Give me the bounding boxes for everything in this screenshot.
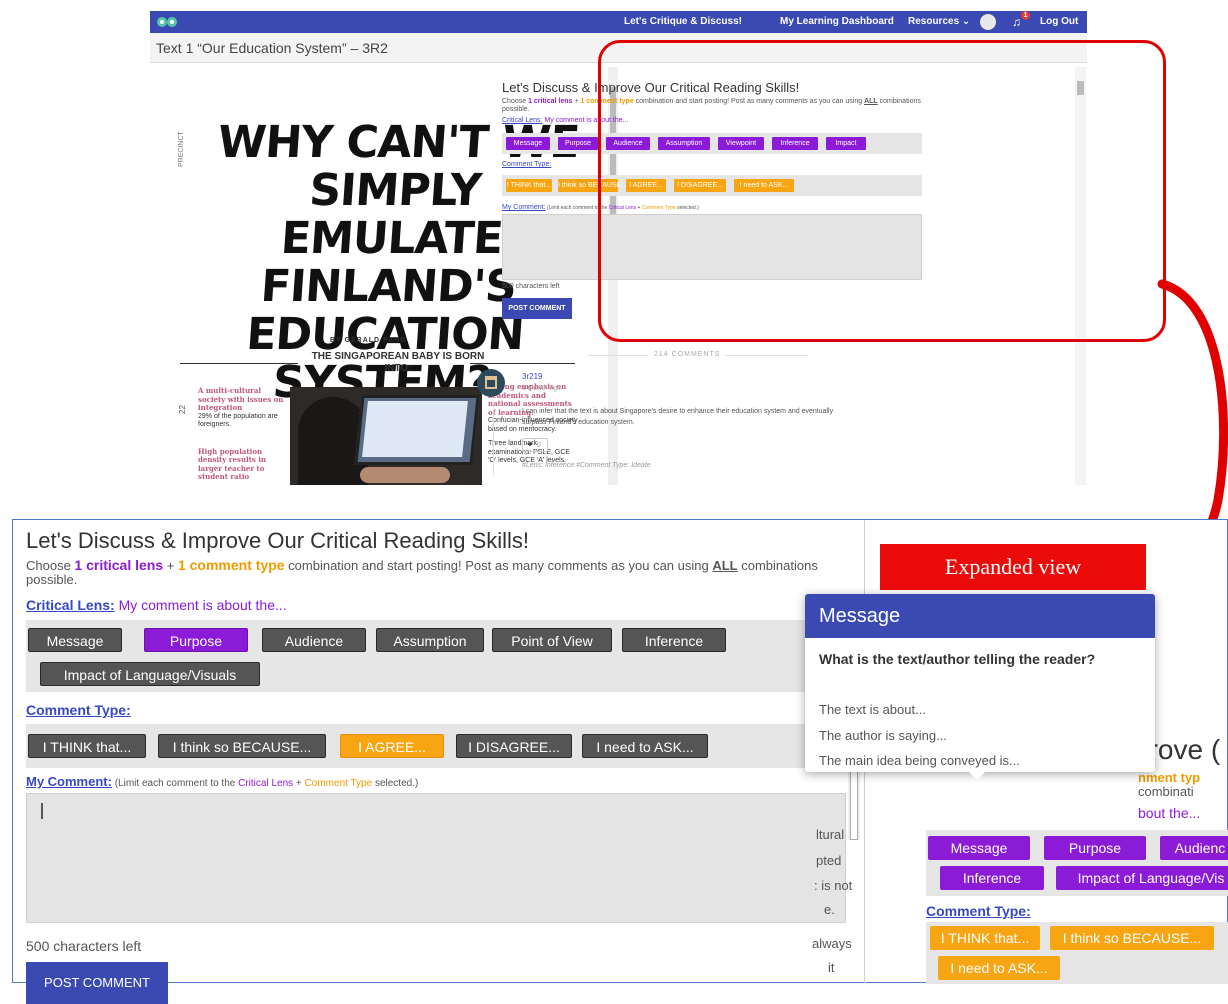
thread-line — [493, 405, 494, 475]
right-comment-type-bar: I THINK that... I think so BECAUSE... I … — [926, 922, 1228, 984]
ctype-because-button[interactable]: I think so BECAUSE... — [158, 734, 326, 758]
expanded-my-comment-label: My Comment: (Limit each comment to the C… — [26, 774, 419, 789]
comment-time: 1 month ago — [522, 385, 561, 392]
expanded-instructions: Choose 1 critical lens + 1 comment type … — [26, 557, 818, 587]
background-text: e. — [824, 902, 835, 917]
expanded-comment-type-bar: I THINK that... I think so BECAUSE... I … — [26, 724, 846, 768]
ctype-ask-button[interactable]: I need to ASK... — [582, 734, 708, 758]
lens-impact-button[interactable]: Impact of Language/Visuals — [40, 662, 260, 686]
ctype-because-button[interactable]: I think so BECAUSE... — [1050, 926, 1214, 950]
chevron-down-icon: ⌄ — [961, 16, 971, 27]
background-text: always — [812, 936, 852, 951]
lens-tooltip: Message What is the text/author telling … — [805, 594, 1155, 772]
nav-learning-dashboard[interactable]: My Learning Dashboard — [780, 16, 894, 27]
doc-left-heading-2: High population density results in large… — [198, 446, 266, 481]
background-text: pted — [816, 853, 842, 868]
comment-tags: #Lens: Inference #Comment Type: Ideate — [522, 462, 651, 469]
lens-purpose-button[interactable]: Purpose — [558, 137, 598, 150]
post-comment-button[interactable]: POST COMMENT — [502, 298, 572, 319]
doc-photo — [290, 387, 482, 485]
comment-type-label: Comment Type: — [502, 161, 552, 168]
right-lens-bar: Message Purpose Audienc Inference Impact… — [926, 830, 1228, 896]
expanded-heading: Let's Discuss & Improve Our Critical Rea… — [26, 528, 530, 553]
ctype-i-think-button[interactable]: I THINK that... — [930, 926, 1040, 950]
ctype-ask-button[interactable]: I need to ASK... — [938, 956, 1060, 980]
page-title: Text 1 “Our Education System” – 3R2 — [156, 40, 388, 56]
right-comment-type-label: Comment Type: — [926, 903, 1031, 919]
expanded-lens-bar: Message Purpose Audience Assumption Poin… — [26, 620, 846, 692]
divider — [180, 363, 298, 364]
divider — [470, 363, 575, 364]
highlight-outline — [598, 40, 1166, 342]
background-text: ltural — [816, 827, 845, 842]
doc-left-heading-1: A multi-cultural society with issues on … — [198, 386, 284, 412]
nav-resources-label: Resources — [908, 16, 960, 27]
lens-purpose-button[interactable]: Purpose — [144, 628, 248, 652]
expanded-view-label: Expanded view — [880, 544, 1146, 590]
background-text: : is not — [814, 878, 853, 893]
lens-audience-button[interactable]: Audienc — [1160, 836, 1228, 860]
tooltip-line: The text is about... — [819, 702, 926, 717]
doc-section-head: THE SINGAPOREAN BABY IS BORN INTO: — [311, 351, 485, 374]
ctype-i-think-button[interactable]: I THINK that... — [28, 734, 146, 758]
lens-point-of-view-button[interactable]: Point of View — [492, 628, 612, 652]
lens-inference-button[interactable]: Inference — [622, 628, 726, 652]
nav-critique-discuss[interactable]: Let's Critique & Discuss! — [624, 16, 742, 27]
tooltip-question: What is the text/author telling the read… — [819, 651, 1096, 667]
expanded-chars-left: 500 characters left — [26, 938, 142, 954]
lens-inference-button[interactable]: Inference — [940, 866, 1044, 890]
expanded-post-comment-button[interactable]: POST COMMENT — [26, 962, 168, 1004]
lens-message-button[interactable]: Message — [28, 628, 122, 652]
lens-audience-button[interactable]: Audience — [262, 628, 366, 652]
ctype-agree-button[interactable]: I AGREE... — [340, 734, 444, 758]
tooltip-line: The author is saying... — [819, 728, 947, 743]
lens-assumption-button[interactable]: Assumption — [376, 628, 484, 652]
ctype-i-think-button[interactable]: I THINK that... — [506, 179, 552, 192]
expanded-comment-textarea[interactable] — [26, 793, 846, 923]
nav-logout[interactable]: Log Out — [1040, 16, 1078, 27]
text-cursor — [41, 803, 43, 819]
like-count: 0 — [536, 442, 541, 449]
lens-impact-button[interactable]: Impact of Language/Vis — [1056, 866, 1228, 890]
doc-byline: BY GERALD PANG — [330, 337, 407, 344]
chars-left: 500 characters left — [502, 283, 560, 290]
avatar[interactable] — [477, 369, 505, 397]
lens-message-button[interactable]: Message — [506, 137, 550, 150]
tooltip-pointer — [968, 771, 986, 780]
site-logo-icon[interactable] — [156, 14, 178, 30]
right-panel-subtext: combinati — [1138, 784, 1194, 799]
notification-badge: 1 — [1021, 11, 1030, 20]
right-panel-subtext: nment typ — [1138, 770, 1201, 785]
heart-icon: ❤ — [527, 442, 533, 449]
tooltip-title: Message — [805, 594, 1155, 638]
expanded-critical-lens-label: Critical Lens: My comment is about the..… — [26, 597, 287, 613]
expanded-comment-type-label: Comment Type: — [26, 702, 131, 718]
doc-left-column: A multi-cultural society with issues on … — [198, 386, 288, 482]
nav-resources[interactable]: Resources ⌄ — [908, 16, 970, 27]
tooltip-line: The main idea being conveyed is... — [819, 753, 1020, 768]
bell-icon[interactable]: ♫ — [1012, 15, 1021, 29]
right-panel-lens-prompt: bout the... — [1138, 805, 1201, 821]
doc-precinct: PRECINCT — [178, 131, 185, 167]
comment-user[interactable]: 3r219 — [522, 372, 542, 381]
doc-page-number: 22 — [177, 405, 187, 414]
background-text: it — [828, 960, 835, 975]
navbar: Let's Critique & Discuss! My Learning Da… — [150, 11, 1087, 33]
doc-left-text-1: 29% of the population are foreigners. — [198, 412, 278, 429]
lens-message-button[interactable]: Message — [928, 836, 1030, 860]
brain-avatar-icon[interactable] — [980, 14, 996, 30]
comments-count: 214 COMMENTS — [648, 351, 727, 358]
ctype-disagree-button[interactable]: I DISAGREE... — [456, 734, 572, 758]
comment-body: I can infer that the text is about Singa… — [522, 408, 834, 426]
like-button[interactable]: ❤ 0 — [522, 438, 548, 452]
lens-purpose-button[interactable]: Purpose — [1044, 836, 1146, 860]
